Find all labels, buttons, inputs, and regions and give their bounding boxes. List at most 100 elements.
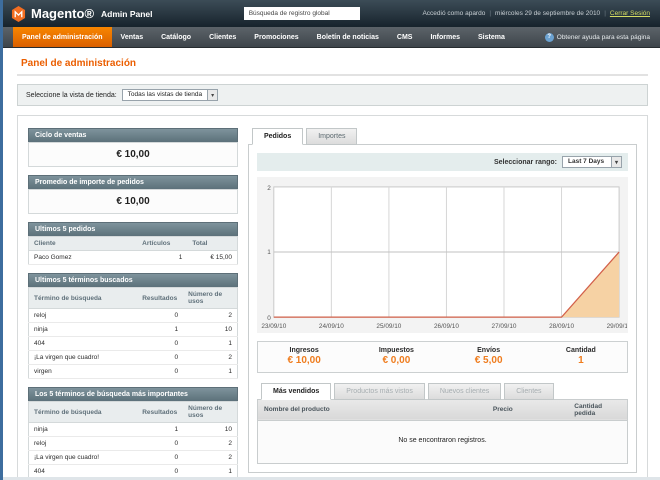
column-header: Resultados: [137, 288, 183, 309]
stat-cantidad: Cantidad 1: [535, 342, 627, 372]
cell-uses: 1: [183, 365, 237, 379]
x-axis-label: 29/09/10: [607, 323, 627, 330]
table-row[interactable]: virgen 0 1: [29, 365, 238, 379]
lifetime-sales-panel: Ciclo de ventas € 10,00: [28, 128, 238, 167]
tab-clientes[interactable]: Clientes: [504, 383, 553, 400]
x-axis-label: 26/09/10: [434, 323, 459, 330]
user-info: Accedió como apardo | miércoles 29 de se…: [422, 10, 650, 17]
store-view-label: Seleccione la vista de tienda:: [26, 92, 117, 99]
nav-item-cms[interactable]: CMS: [388, 27, 422, 47]
cell-results: 1: [137, 423, 183, 437]
column-header: Nombre del producto: [258, 399, 487, 420]
nav-item-clientes[interactable]: Clientes: [200, 27, 245, 47]
cell-uses: 1: [183, 337, 237, 351]
dashboard-sidebar: Ciclo de ventas € 10,00 Promedio de impo…: [28, 128, 238, 480]
totals-bar: Ingresos € 10,00 Impuestos € 0,00 Envíos…: [257, 341, 628, 373]
range-select[interactable]: Last 7 Days ▾: [562, 156, 622, 168]
table-row[interactable]: reloj 0 2: [29, 437, 238, 451]
cell-results: 1: [137, 323, 183, 337]
stat-ingresos: Ingresos € 10,00: [258, 342, 350, 372]
column-header: Término de búsqueda: [29, 288, 138, 309]
global-search-input[interactable]: [244, 7, 360, 20]
panel-title: Ultimos 5 pedidos: [28, 222, 238, 236]
cell-results: 0: [137, 451, 183, 465]
table-row[interactable]: ¡La virgen que cuadro! 0 2: [29, 351, 238, 365]
chevron-down-icon: ▾: [611, 157, 621, 167]
nav-item-promociones[interactable]: Promociones: [245, 27, 307, 47]
cell-term: 404: [29, 337, 138, 351]
chevron-down-icon: ▾: [207, 90, 217, 100]
top-search-table: Término de búsqueda Resultados Número de…: [28, 401, 238, 480]
separator: |: [489, 10, 491, 17]
brand-name: Magento®: [31, 6, 94, 21]
products-table: Nombre del producto Precio Cantidad pedi…: [257, 399, 628, 464]
stat-label: Impuestos: [350, 347, 442, 354]
column-header: Cantidad pedida: [568, 399, 627, 420]
main-nav: Panel de administración Ventas Catálogo …: [3, 27, 660, 48]
nav-item-boletin[interactable]: Boletín de noticias: [308, 27, 388, 47]
stat-envios: Envíos € 5,00: [443, 342, 535, 372]
nav-item-catalogo[interactable]: Catálogo: [152, 27, 200, 47]
y-axis-label: 2: [267, 185, 271, 192]
last-orders-panel: Ultimos 5 pedidos Cliente Artículos Tota…: [28, 222, 238, 265]
nav-item-informes[interactable]: Informes: [421, 27, 469, 47]
stat-label: Ingresos: [258, 347, 350, 354]
x-axis-label: 24/09/10: [319, 323, 344, 330]
magento-logo-icon: [11, 6, 26, 22]
help-icon: ?: [545, 33, 554, 42]
tab-productos-mas-vistos[interactable]: Productos más vistos: [334, 383, 425, 400]
cell-term: reloj: [29, 437, 138, 451]
cell-uses: 2: [183, 351, 237, 365]
separator: |: [604, 10, 606, 17]
cell-uses: 2: [183, 437, 237, 451]
stat-value: € 5,00: [443, 355, 535, 366]
nav-item-sistema[interactable]: Sistema: [469, 27, 514, 47]
nav-item-ventas[interactable]: Ventas: [112, 27, 153, 47]
average-orders-value: € 10,00: [28, 189, 238, 214]
cell-term: ninja: [29, 323, 138, 337]
stat-label: Cantidad: [535, 347, 627, 354]
stat-impuestos: Impuestos € 0,00: [350, 342, 442, 372]
panel-title: Ultimos 5 términos buscados: [28, 273, 238, 287]
orders-chart-svg: 2 1 0 23/09/10 24/09/10 25/09/10 26/09/1…: [258, 181, 627, 331]
column-header: Artículos: [137, 237, 187, 251]
panel-title: Ciclo de ventas: [28, 128, 238, 142]
cell-results: 0: [137, 365, 183, 379]
cell-customer: Paco Gomez: [29, 251, 138, 265]
table-row[interactable]: 404 0 1: [29, 337, 238, 351]
tab-importes[interactable]: Importes: [306, 128, 357, 145]
logout-link[interactable]: Cerrar Sesión: [610, 10, 650, 17]
tab-mas-vendidos[interactable]: Más vendidos: [261, 383, 331, 400]
y-axis-label: 1: [267, 249, 271, 256]
help-link[interactable]: Obtener ayuda para esta página: [557, 34, 650, 41]
logged-in-text: Accedió como apardo: [422, 10, 485, 17]
tab-pedidos[interactable]: Pedidos: [252, 128, 303, 145]
y-axis-label: 0: [267, 315, 271, 322]
lifetime-sales-value: € 10,00: [28, 142, 238, 167]
range-label: Seleccionar rango:: [494, 159, 557, 166]
last-search-panel: Ultimos 5 términos buscados Término de b…: [28, 273, 238, 379]
browser-window: Magento® Admin Panel Accedió como apardo…: [0, 0, 660, 480]
dashboard-container: Ciclo de ventas € 10,00 Promedio de impo…: [17, 115, 648, 480]
dashboard-main: Pedidos Importes Seleccionar rango: Last…: [248, 128, 637, 480]
x-axis-label: 28/09/10: [549, 323, 574, 330]
panel-title: Promedio de importe de pedidos: [28, 175, 238, 189]
cell-items: 1: [137, 251, 187, 265]
cell-results: 0: [137, 309, 183, 323]
cell-uses: 2: [183, 451, 237, 465]
empty-message: No se encontraron registros.: [258, 420, 628, 463]
cell-term: reloj: [29, 309, 138, 323]
header: Magento® Admin Panel Accedió como apardo…: [3, 0, 660, 27]
store-view-select[interactable]: Todas las vistas de tienda ▾: [122, 89, 218, 101]
title-divider: [17, 74, 648, 76]
nav-item-dashboard[interactable]: Panel de administración: [13, 27, 112, 47]
table-row[interactable]: ninja 1 10: [29, 323, 238, 337]
table-row[interactable]: Paco Gomez 1 € 15,00: [29, 251, 238, 265]
cell-uses: 2: [183, 309, 237, 323]
tab-nuevos-clientes[interactable]: Nuevos clientes: [428, 383, 501, 400]
table-row[interactable]: ninja 1 10: [29, 423, 238, 437]
table-row[interactable]: reloj 0 2: [29, 309, 238, 323]
stat-value: 1: [535, 355, 627, 366]
cell-term: ¡La virgen que cuadro!: [29, 351, 138, 365]
table-row[interactable]: ¡La virgen que cuadro! 0 2: [29, 451, 238, 465]
